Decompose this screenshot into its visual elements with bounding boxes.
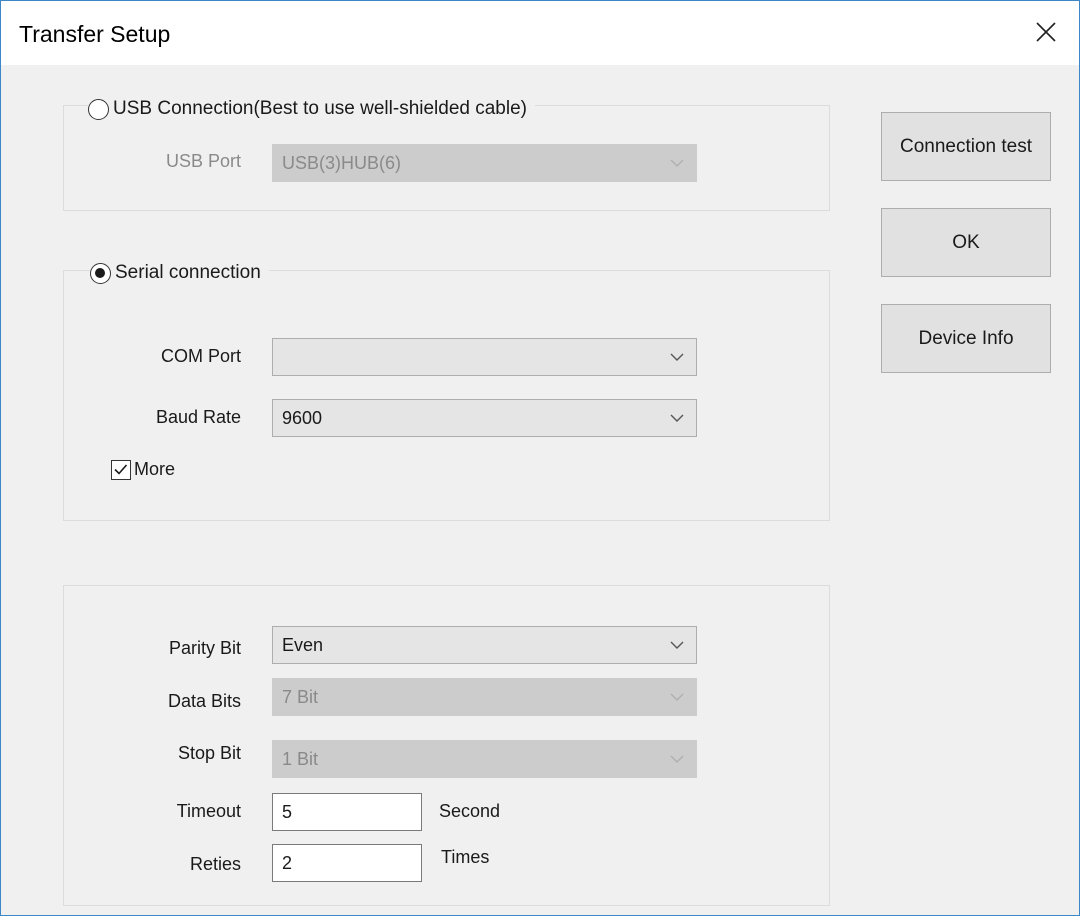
data-bits-value: 7 Bit [282, 686, 319, 707]
transfer-setup-dialog: Transfer Setup USB Connection(Best to us… [0, 0, 1080, 916]
close-icon [1036, 22, 1056, 42]
serial-group [63, 270, 830, 521]
usb-connection-radio[interactable]: USB Connection(Best to use well-shielded… [88, 95, 535, 123]
retries-unit: Times [441, 847, 490, 867]
usb-port-value: USB(3)HUB(6) [282, 152, 402, 173]
chevron-down-icon [670, 159, 684, 167]
parity-bit-dropdown[interactable]: Even [272, 626, 697, 664]
chevron-down-icon [670, 755, 684, 763]
ok-button[interactable]: OK [881, 208, 1051, 277]
timeout-input[interactable]: 5 [272, 793, 422, 831]
timeout-label: Timeout [176, 801, 241, 821]
baud-rate-label: Baud Rate [155, 407, 241, 427]
stop-bit-dropdown[interactable]: 1 Bit [272, 740, 697, 778]
parity-bit-value: Even [282, 634, 324, 655]
timeout-unit: Second [439, 801, 501, 821]
checkmark-icon [114, 463, 128, 475]
title-bar: Transfer Setup [1, 1, 1079, 65]
window-title: Transfer Setup [19, 21, 171, 47]
chevron-down-icon [670, 641, 684, 649]
timeout-value: 5 [282, 801, 293, 822]
chevron-down-icon [670, 693, 684, 701]
usb-port-label: USB Port [165, 151, 241, 171]
usb-radio-button[interactable] [88, 98, 109, 120]
baud-rate-value: 9600 [282, 407, 323, 428]
serial-radio-button[interactable] [90, 262, 111, 284]
stop-bit-value: 1 Bit [282, 748, 319, 769]
retries-input[interactable]: 2 [272, 844, 422, 882]
com-port-label: COM Port [160, 346, 241, 366]
device-info-button[interactable]: Device Info [881, 304, 1051, 373]
usb-connection-label: USB Connection(Best to use well-shielded… [113, 98, 527, 119]
more-label: More [134, 459, 176, 479]
usb-port-dropdown[interactable]: USB(3)HUB(6) [272, 144, 697, 182]
chevron-down-icon [670, 414, 684, 422]
chevron-down-icon [670, 353, 684, 361]
baud-rate-dropdown[interactable]: 9600 [272, 399, 697, 437]
connection-test-button[interactable]: Connection test [881, 112, 1051, 181]
more-checkbox-row[interactable]: More [111, 459, 175, 480]
serial-connection-radio[interactable]: Serial connection [90, 259, 269, 287]
serial-connection-label: Serial connection [115, 262, 261, 283]
data-bits-label: Data Bits [167, 691, 241, 711]
stop-bit-label: Stop Bit [177, 743, 241, 763]
more-checkbox[interactable] [111, 459, 131, 480]
parity-bit-label: Parity Bit [168, 638, 241, 658]
close-button[interactable] [1015, 1, 1079, 65]
com-port-dropdown[interactable] [272, 338, 697, 376]
retries-label: Reties [189, 854, 241, 874]
data-bits-dropdown[interactable]: 7 Bit [272, 678, 697, 716]
retries-value: 2 [282, 852, 293, 873]
